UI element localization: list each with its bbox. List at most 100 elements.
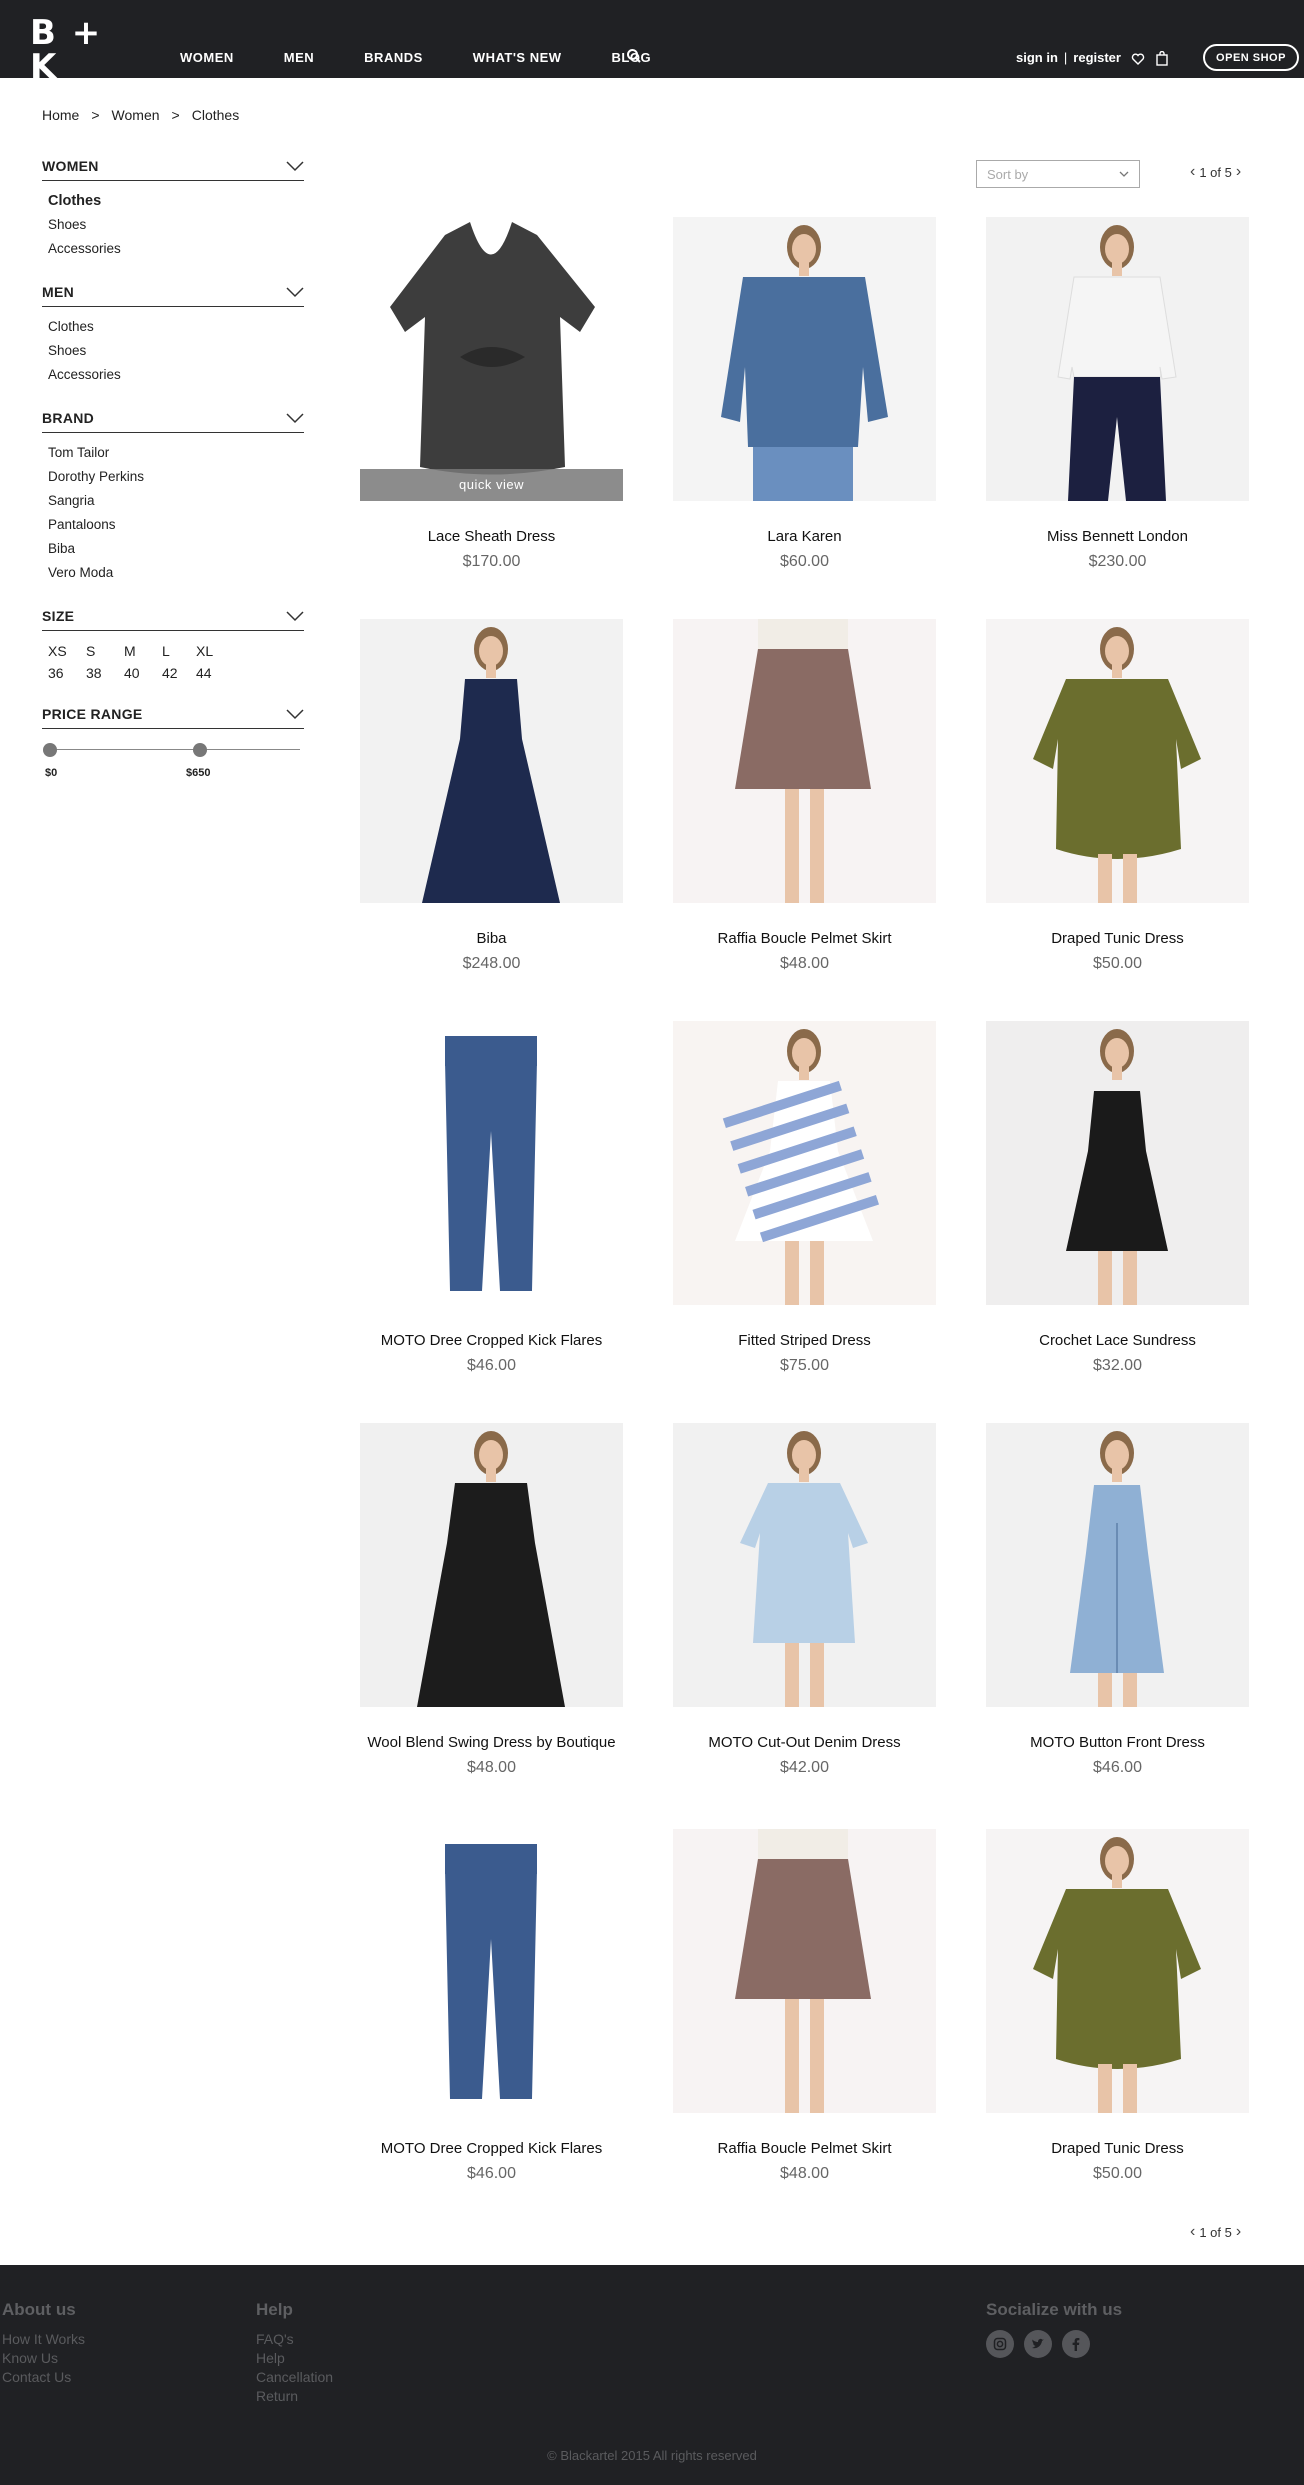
product-image[interactable] xyxy=(986,619,1249,903)
size-38[interactable]: 38 xyxy=(86,663,124,683)
next-page-icon[interactable]: › xyxy=(1232,2223,1245,2241)
facebook-icon[interactable] xyxy=(1062,2330,1090,2358)
facet-price-header[interactable]: PRICE RANGE xyxy=(42,703,304,729)
chevron-down-icon[interactable] xyxy=(286,412,304,424)
product-image[interactable] xyxy=(360,1021,623,1305)
product-card[interactable]: Draped Tunic Dress $50.00 xyxy=(986,1829,1249,2183)
product-card[interactable]: quick view Lace Sheath Dress $170.00 xyxy=(360,217,623,571)
product-card[interactable]: MOTO Cut-Out Denim Dress $42.00 xyxy=(673,1423,936,1777)
nav-women[interactable]: WOMEN xyxy=(180,50,234,65)
chevron-down-icon[interactable] xyxy=(286,708,304,720)
product-image[interactable] xyxy=(986,1021,1249,1305)
footer-link-know-us[interactable]: Know Us xyxy=(2,2349,85,2368)
product-image[interactable] xyxy=(360,619,623,903)
product-name[interactable]: Crochet Lace Sundress xyxy=(986,1332,1249,1349)
facet-size-header[interactable]: SIZE xyxy=(42,605,304,631)
filter-men-clothes[interactable]: Clothes xyxy=(48,315,304,339)
product-image[interactable] xyxy=(360,1423,623,1707)
product-card[interactable]: Miss Bennett London $230.00 xyxy=(986,217,1249,571)
price-slider[interactable]: $0 $650 xyxy=(42,739,304,789)
next-page-icon[interactable]: › xyxy=(1232,163,1245,181)
size-xs[interactable]: XS xyxy=(48,641,86,661)
product-image[interactable]: quick view xyxy=(360,217,623,501)
filter-brand-vero-moda[interactable]: Vero Moda xyxy=(48,561,304,585)
footer-link-how-it-works[interactable]: How It Works xyxy=(2,2330,85,2349)
product-image[interactable] xyxy=(673,1423,936,1707)
facet-men-header[interactable]: MEN xyxy=(42,281,304,307)
wishlist-heart-icon[interactable] xyxy=(1131,52,1145,66)
search-icon[interactable] xyxy=(626,48,642,64)
product-image[interactable] xyxy=(673,217,936,501)
size-36[interactable]: 36 xyxy=(48,663,86,683)
chevron-down-icon[interactable] xyxy=(286,610,304,622)
filter-brand-pantaloons[interactable]: Pantaloons xyxy=(48,513,304,537)
open-shop-button[interactable]: OPEN SHOP xyxy=(1203,44,1299,71)
product-name[interactable]: MOTO Button Front Dress xyxy=(986,1734,1249,1751)
twitter-icon[interactable] xyxy=(1024,2330,1052,2358)
filter-women-shoes[interactable]: Shoes xyxy=(48,213,304,237)
chevron-down-icon[interactable] xyxy=(286,160,304,172)
product-card[interactable]: Raffia Boucle Pelmet Skirt $48.00 xyxy=(673,1829,936,2183)
product-card[interactable]: Raffia Boucle Pelmet Skirt $48.00 xyxy=(673,619,936,973)
footer-link-cancellation[interactable]: Cancellation xyxy=(256,2368,333,2387)
price-max-handle[interactable] xyxy=(193,743,207,757)
sign-in-link[interactable]: sign in xyxy=(1016,50,1058,65)
product-name[interactable]: MOTO Cut-Out Denim Dress xyxy=(673,1734,936,1751)
size-s[interactable]: S xyxy=(86,641,124,661)
product-card[interactable]: Lara Karen $60.00 xyxy=(673,217,936,571)
filter-brand-tom-tailor[interactable]: Tom Tailor xyxy=(48,441,304,465)
sort-dropdown[interactable]: Sort by xyxy=(976,160,1140,188)
size-m[interactable]: M xyxy=(124,641,162,661)
filter-brand-sangria[interactable]: Sangria xyxy=(48,489,304,513)
cart-bag-icon[interactable] xyxy=(1156,51,1168,66)
facet-women-header[interactable]: WOMEN xyxy=(42,155,304,181)
breadcrumb-women[interactable]: Women xyxy=(112,107,160,123)
filter-women-clothes[interactable]: Clothes xyxy=(48,189,304,213)
product-name[interactable]: Biba xyxy=(360,930,623,947)
size-42[interactable]: 42 xyxy=(162,663,196,683)
filter-men-shoes[interactable]: Shoes xyxy=(48,339,304,363)
product-name[interactable]: Raffia Boucle Pelmet Skirt xyxy=(673,930,936,947)
prev-page-icon[interactable]: ‹ xyxy=(1186,2223,1199,2241)
register-link[interactable]: register xyxy=(1073,50,1121,65)
product-image[interactable] xyxy=(986,1829,1249,2113)
product-name[interactable]: Draped Tunic Dress xyxy=(986,2140,1249,2157)
product-image[interactable] xyxy=(673,1829,936,2113)
breadcrumb-home[interactable]: Home xyxy=(42,107,79,123)
footer-link-contact-us[interactable]: Contact Us xyxy=(2,2368,85,2387)
product-image[interactable] xyxy=(986,1423,1249,1707)
nav-men[interactable]: MEN xyxy=(284,50,314,65)
product-name[interactable]: MOTO Dree Cropped Kick Flares xyxy=(360,1332,623,1349)
logo[interactable]: B + K BLACKARTEL xyxy=(30,16,131,97)
chevron-down-icon[interactable] xyxy=(286,286,304,298)
size-40[interactable]: 40 xyxy=(124,663,162,683)
product-name[interactable]: Lara Karen xyxy=(673,528,936,545)
price-slider-track[interactable] xyxy=(50,749,300,750)
wishlist-heart-icon[interactable] xyxy=(360,469,623,501)
filter-brand-biba[interactable]: Biba xyxy=(48,537,304,561)
instagram-icon[interactable] xyxy=(986,2330,1014,2358)
filter-brand-dorothy-perkins[interactable]: Dorothy Perkins xyxy=(48,465,304,489)
facet-brand-header[interactable]: BRAND xyxy=(42,407,304,433)
size-44[interactable]: 44 xyxy=(196,663,230,683)
product-card[interactable]: MOTO Dree Cropped Kick Flares $46.00 xyxy=(360,1829,623,2183)
product-image[interactable] xyxy=(673,1021,936,1305)
product-image[interactable] xyxy=(360,1829,623,2113)
nav-whats-new[interactable]: WHAT'S NEW xyxy=(473,50,562,65)
product-name[interactable]: Fitted Striped Dress xyxy=(673,1332,936,1349)
footer-link-return[interactable]: Return xyxy=(256,2387,333,2406)
nav-brands[interactable]: BRANDS xyxy=(364,50,423,65)
product-name[interactable]: Draped Tunic Dress xyxy=(986,930,1249,947)
filter-women-accessories[interactable]: Accessories xyxy=(48,237,304,261)
product-name[interactable]: Wool Blend Swing Dress by Boutique xyxy=(360,1734,623,1751)
footer-link-faqs[interactable]: FAQ's xyxy=(256,2330,333,2349)
product-name[interactable]: Raffia Boucle Pelmet Skirt xyxy=(673,2140,936,2157)
product-name[interactable]: Lace Sheath Dress xyxy=(360,528,623,545)
filter-men-accessories[interactable]: Accessories xyxy=(48,363,304,387)
product-card[interactable]: Draped Tunic Dress $50.00 xyxy=(986,619,1249,973)
product-card[interactable]: Fitted Striped Dress $75.00 xyxy=(673,1021,936,1375)
footer-link-help[interactable]: Help xyxy=(256,2349,333,2368)
product-image[interactable] xyxy=(673,619,936,903)
size-xl[interactable]: XL xyxy=(196,641,230,661)
product-name[interactable]: MOTO Dree Cropped Kick Flares xyxy=(360,2140,623,2157)
